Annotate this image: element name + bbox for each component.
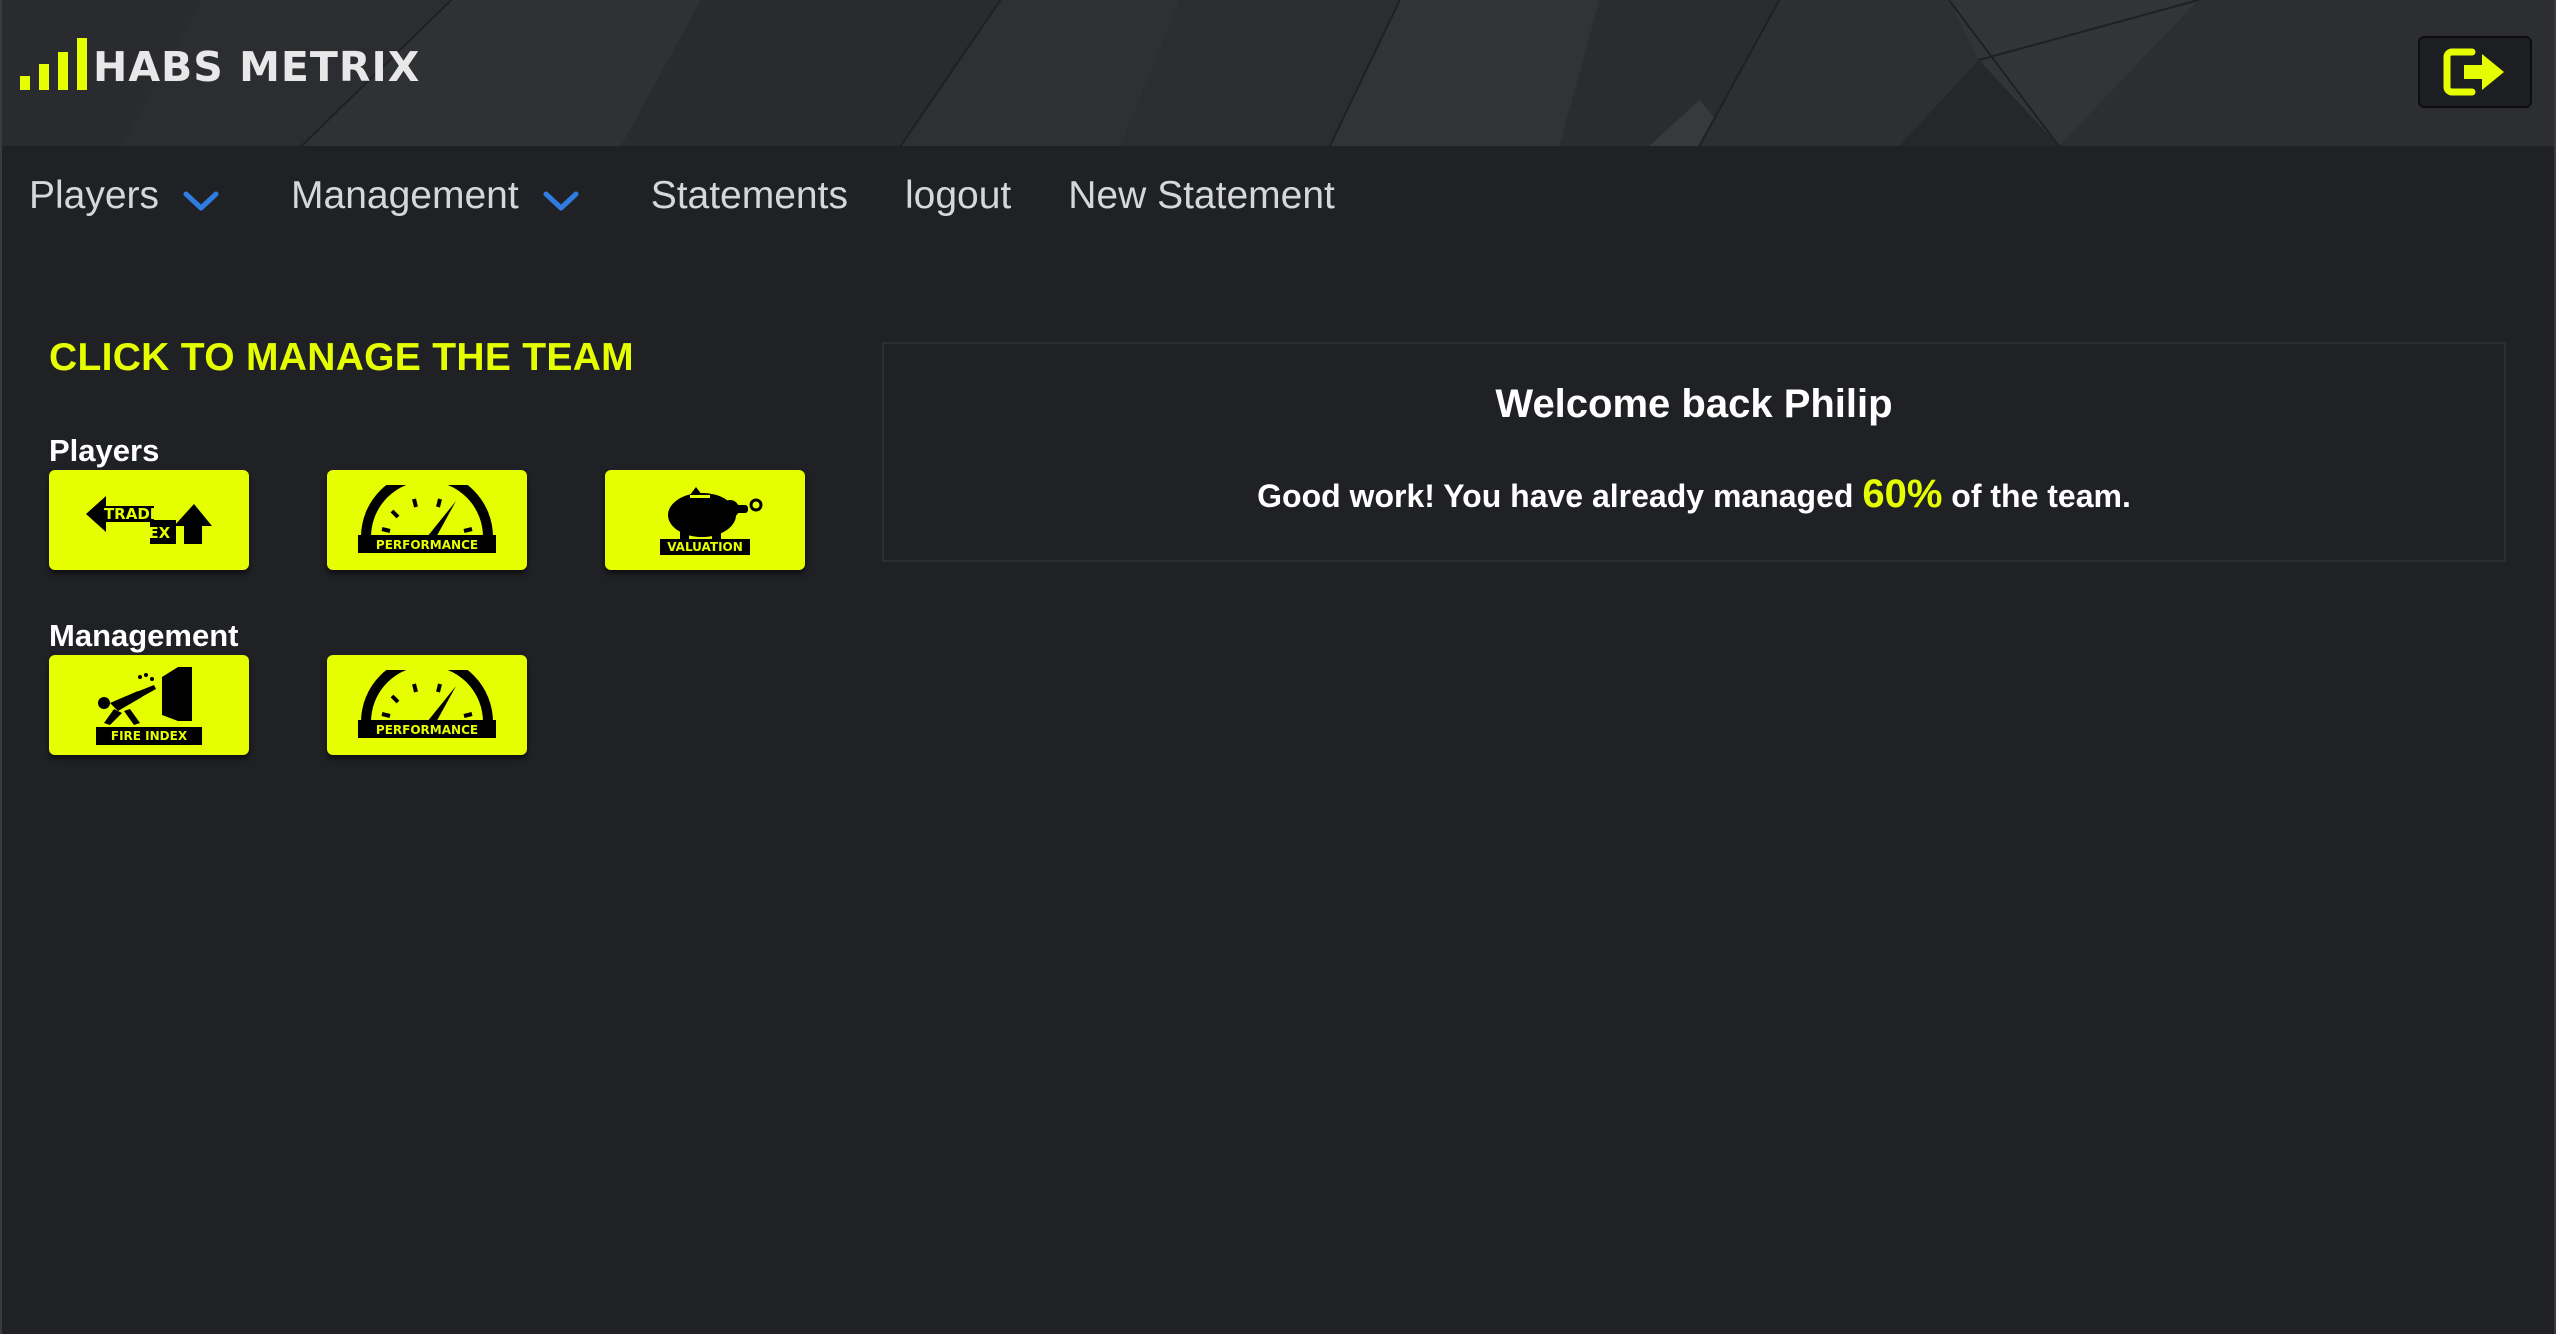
brand-logo[interactable]: HABS METRIX (20, 38, 420, 90)
players-section-label: Players (49, 433, 160, 468)
nav-new-statement-label: New Statement (1068, 174, 1335, 217)
trade-index-caption-2: INDEX (118, 524, 171, 542)
main-nav: Players Management Statements logout New… (2, 146, 2554, 246)
welcome-message-suffix: of the team. (1942, 478, 2131, 514)
nav-logout-label: logout (904, 174, 1012, 217)
brand-name: HABS METRIX (93, 43, 421, 91)
nav-new-statement[interactable]: New Statement (1068, 174, 1335, 218)
performance-gauge-icon: PERFORMANCE (358, 670, 496, 738)
players-performance-tile[interactable]: PERFORMANCE (327, 470, 527, 570)
valuation-tile[interactable]: VALUATION (605, 470, 805, 570)
nav-management[interactable]: Management (291, 174, 579, 218)
welcome-message: Good work! You have already managed 60% … (884, 472, 2504, 517)
welcome-card: Welcome back Philip Good work! You have … (882, 342, 2506, 562)
nav-management-label: Management (291, 174, 519, 217)
nav-statements-label: Statements (650, 174, 848, 217)
top-header: HABS METRIX (2, 0, 2554, 146)
sign-out-icon (2443, 48, 2504, 96)
fire-index-icon: FIRE INDEX (96, 667, 202, 745)
nav-logout[interactable]: logout (905, 174, 1011, 218)
trade-index-icon: TRADE INDEX (86, 496, 212, 544)
trade-index-caption-1: TRADE (104, 505, 160, 523)
chevron-down-icon (543, 191, 579, 211)
welcome-title: Welcome back Philip (1495, 382, 1893, 426)
piggy-bank-icon: VALUATION (660, 487, 763, 555)
fire-index-tile[interactable]: FIRE INDEX (49, 655, 249, 755)
welcome-message-prefix: Good work! You have already managed (1257, 478, 1863, 514)
nav-players[interactable]: Players (29, 174, 219, 218)
management-section-label: Management (49, 618, 239, 653)
trade-index-tile[interactable]: TRADE INDEX (49, 470, 249, 570)
nav-statements[interactable]: Statements (651, 174, 848, 218)
players-performance-caption: PERFORMANCE (376, 538, 478, 552)
chevron-down-icon (183, 191, 219, 211)
management-performance-tile[interactable]: PERFORMANCE (327, 655, 527, 755)
valuation-caption: VALUATION (667, 540, 743, 554)
management-performance-caption: PERFORMANCE (376, 723, 478, 737)
performance-gauge-icon: PERFORMANCE (358, 485, 496, 553)
nav-players-label: Players (29, 174, 160, 217)
logout-icon-button[interactable] (2418, 36, 2532, 108)
manage-team-heading: CLICK TO MANAGE THE TEAM (49, 336, 634, 379)
managed-percent: 60% (1862, 472, 1943, 516)
fire-index-caption: FIRE INDEX (111, 729, 188, 743)
app-root: HABS METRIX Players Management Statement… (0, 0, 2556, 1334)
logo-bars-icon (20, 38, 87, 90)
